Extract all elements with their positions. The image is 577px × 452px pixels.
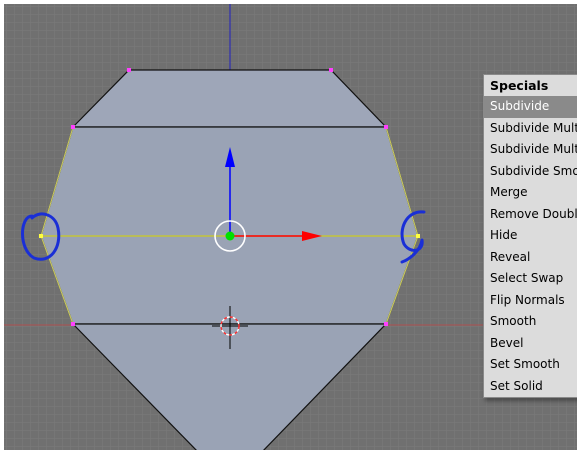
menu-item-hide[interactable]: Hide [484,225,577,247]
menu-item-remove-doubles[interactable]: Remove Double [484,204,577,226]
menu-item-flip-normals[interactable]: Flip Normals [484,290,577,312]
menu-item-merge[interactable]: Merge [484,182,577,204]
menu-item-bevel[interactable]: Bevel [484,333,577,355]
menu-item-set-smooth[interactable]: Set Smooth [484,354,577,376]
menu-item-subdivide-multi-fractal[interactable]: Subdivide Mult [484,139,577,161]
mesh-face-top[interactable] [71,69,388,128]
menu-item-select-swap[interactable]: Select Swap [484,268,577,290]
3d-viewport[interactable]: Specials Subdivide Subdivide Mult Subdiv… [4,4,577,450]
specials-menu[interactable]: Specials Subdivide Subdivide Mult Subdiv… [483,74,577,398]
menu-item-set-solid[interactable]: Set Solid [484,376,577,398]
menu-title: Specials [484,75,577,96]
menu-item-subdivide-multi[interactable]: Subdivide Mult [484,118,577,140]
menu-item-reveal[interactable]: Reveal [484,247,577,269]
menu-item-subdivide[interactable]: Subdivide [484,96,577,118]
menu-item-subdivide-smooth[interactable]: Subdivide Smo [484,161,577,183]
menu-item-smooth[interactable]: Smooth [484,311,577,333]
selected-vertex-left[interactable] [39,234,43,238]
selected-vertex-right[interactable] [416,234,420,238]
